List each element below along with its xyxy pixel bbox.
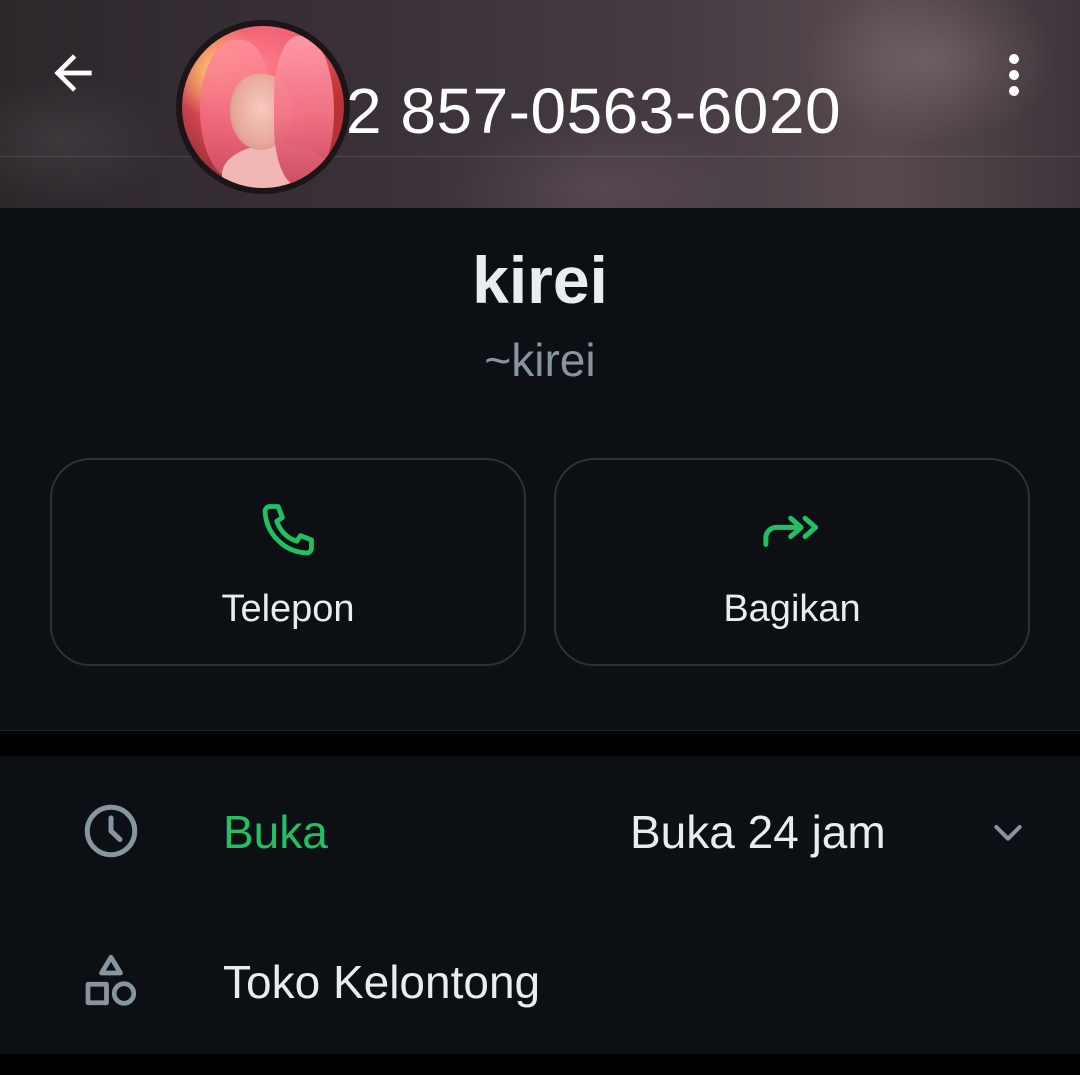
share-button[interactable]: Bagikan — [554, 458, 1030, 666]
avatar-image — [182, 26, 344, 188]
shapes-icon — [85, 954, 137, 1006]
avatar[interactable] — [176, 20, 350, 194]
back-button[interactable] — [40, 40, 106, 106]
hours-detail: Buka 24 jam — [630, 806, 886, 858]
chevron-down-icon — [994, 825, 1022, 841]
business-info-section: Buka Buka 24 jam Toko Kelontong — [0, 756, 1080, 1054]
share-button-label: Bagikan — [723, 588, 861, 630]
share-forward-icon — [763, 515, 819, 547]
business-category: Toko Kelontong — [223, 956, 541, 1008]
more-vertical-icon — [1009, 54, 1019, 64]
business-profile-screen: 2 857-0563-6020 kirei ~kirei Telepon Bag… — [0, 0, 1080, 1075]
section-divider — [0, 730, 1080, 756]
business-category-row: Toko Kelontong — [0, 906, 1080, 1056]
business-hours-row[interactable]: Buka Buka 24 jam — [0, 756, 1080, 906]
contact-username: ~kirei — [484, 334, 596, 386]
expand-hours-button[interactable] — [984, 808, 1032, 856]
open-status: Buka — [223, 806, 328, 858]
clock-icon — [84, 804, 138, 858]
more-options-button[interactable] — [994, 44, 1034, 106]
profile-section: kirei ~kirei Telepon Bagikan — [0, 208, 1080, 730]
call-button-label: Telepon — [221, 588, 355, 630]
header-phone-number: 2 857-0563-6020 — [346, 75, 842, 147]
contact-name: kirei — [472, 243, 608, 317]
more-vertical-icon-dot — [1009, 70, 1019, 80]
phone-icon — [262, 504, 314, 556]
bottom-edge — [0, 1054, 1080, 1075]
arrow-left-icon — [54, 54, 92, 92]
call-button[interactable]: Telepon — [50, 458, 526, 666]
header-divider-line — [0, 156, 1080, 157]
more-vertical-icon-dot — [1009, 86, 1019, 96]
profile-header: 2 857-0563-6020 — [0, 0, 1080, 208]
avatar-hair-right — [274, 36, 334, 186]
